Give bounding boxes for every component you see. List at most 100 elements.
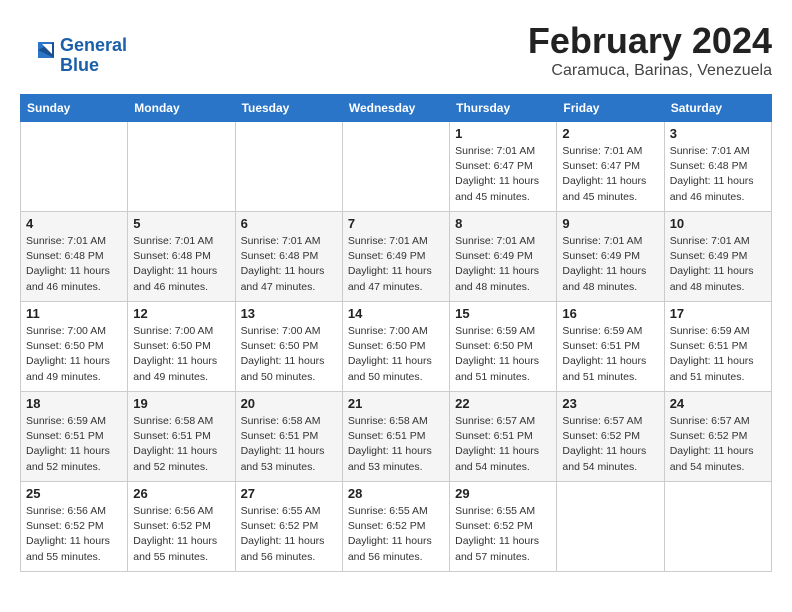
header-row: Sunday Monday Tuesday Wednesday Thursday… xyxy=(21,95,772,122)
day-info: Sunrise: 6:57 AM Sunset: 6:52 PM Dayligh… xyxy=(670,414,766,475)
logo: General Blue xyxy=(20,36,127,76)
day-cell: 12Sunrise: 7:00 AM Sunset: 6:50 PM Dayli… xyxy=(128,302,235,392)
calendar-table: Sunday Monday Tuesday Wednesday Thursday… xyxy=(20,94,772,572)
logo-line1: General xyxy=(60,36,127,56)
day-cell: 15Sunrise: 6:59 AM Sunset: 6:50 PM Dayli… xyxy=(450,302,557,392)
day-cell: 28Sunrise: 6:55 AM Sunset: 6:52 PM Dayli… xyxy=(342,482,449,572)
day-info: Sunrise: 7:01 AM Sunset: 6:48 PM Dayligh… xyxy=(241,234,337,295)
day-cell: 5 Sunrise: 7:01 AM Sunset: 6:48 PM Daylig… xyxy=(128,212,235,302)
day-cell: 17 Sunrise: 6:59 AM Sunset: 6:51 PM Dayli… xyxy=(664,302,771,392)
day-cell: 18 Sunrise: 6:59 AM Sunset: 6:51 PM Dayli… xyxy=(21,392,128,482)
day-cell: 14 Sunrise: 7:00 AM Sunset: 6:50 PM Dayli… xyxy=(342,302,449,392)
day-info: Sunrise: 7:00 AM Sunset: 6:50 PM Dayligh… xyxy=(348,324,444,385)
day-info: Sunrise: 7:01 AM Sunset: 6:49 PM Dayligh… xyxy=(348,234,444,295)
day-info: Sunrise: 6:59 AM Sunset: 6:51 PM Dayligh… xyxy=(670,324,766,385)
header-saturday: Saturday xyxy=(664,95,771,122)
day-cell: 8 Sunrise: 7:01 AM Sunset: 6:49 PM Daylig… xyxy=(450,212,557,302)
day-number: 26 xyxy=(133,486,229,501)
header-friday: Friday xyxy=(557,95,664,122)
day-cell: 13 Sunrise: 7:00 AM Sunset: 6:50 PM Dayli… xyxy=(235,302,342,392)
week-row-2: 11 Sunrise: 7:00 AM Sunset: 6:50 PM Dayli… xyxy=(21,302,772,392)
day-cell: 6 Sunrise: 7:01 AM Sunset: 6:48 PM Daylig… xyxy=(235,212,342,302)
day-info: Sunrise: 7:01 AM Sunset: 6:48 PM Dayligh… xyxy=(670,144,766,205)
day-info: Sunrise: 6:58 AM Sunset: 6:51 PM Dayligh… xyxy=(348,414,444,475)
day-cell: 7Sunrise: 7:01 AM Sunset: 6:49 PM Daylig… xyxy=(342,212,449,302)
day-number: 11 xyxy=(26,306,122,321)
logo-icon xyxy=(20,38,56,74)
day-info: Sunrise: 6:59 AM Sunset: 6:51 PM Dayligh… xyxy=(562,324,658,385)
month-title: February 2024 xyxy=(528,20,772,62)
day-info: Sunrise: 6:57 AM Sunset: 6:52 PM Dayligh… xyxy=(562,414,658,475)
day-cell: 22 Sunrise: 6:57 AM Sunset: 6:51 PM Dayli… xyxy=(450,392,557,482)
day-number: 18 xyxy=(26,396,122,411)
day-info: Sunrise: 7:01 AM Sunset: 6:47 PM Dayligh… xyxy=(562,144,658,205)
day-cell: 2 Sunrise: 7:01 AM Sunset: 6:47 PM Daylig… xyxy=(557,122,664,212)
day-cell: 24 Sunrise: 6:57 AM Sunset: 6:52 PM Dayli… xyxy=(664,392,771,482)
day-info: Sunrise: 6:58 AM Sunset: 6:51 PM Dayligh… xyxy=(241,414,337,475)
day-info: Sunrise: 6:55 AM Sunset: 6:52 PM Dayligh… xyxy=(348,504,444,565)
day-cell: 26 Sunrise: 6:56 AM Sunset: 6:52 PM Dayli… xyxy=(128,482,235,572)
day-number: 25 xyxy=(26,486,122,501)
calendar-body: 1Sunrise: 7:01 AM Sunset: 6:47 PM Daylig… xyxy=(21,122,772,572)
day-info: Sunrise: 7:01 AM Sunset: 6:47 PM Dayligh… xyxy=(455,144,551,205)
header-sunday: Sunday xyxy=(21,95,128,122)
day-cell: 29Sunrise: 6:55 AM Sunset: 6:52 PM Dayli… xyxy=(450,482,557,572)
day-number: 10 xyxy=(670,216,766,231)
day-number: 27 xyxy=(241,486,337,501)
day-number: 16 xyxy=(562,306,658,321)
week-row-1: 4 Sunrise: 7:01 AM Sunset: 6:48 PM Daylig… xyxy=(21,212,772,302)
day-number: 23 xyxy=(562,396,658,411)
day-number: 12 xyxy=(133,306,229,321)
day-number: 9 xyxy=(562,216,658,231)
day-cell: 27 Sunrise: 6:55 AM Sunset: 6:52 PM Dayli… xyxy=(235,482,342,572)
day-number: 22 xyxy=(455,396,551,411)
day-cell: 21 Sunrise: 6:58 AM Sunset: 6:51 PM Dayli… xyxy=(342,392,449,482)
day-number: 24 xyxy=(670,396,766,411)
header-wednesday: Wednesday xyxy=(342,95,449,122)
day-number: 20 xyxy=(241,396,337,411)
day-number: 13 xyxy=(241,306,337,321)
day-number: 5 xyxy=(133,216,229,231)
title-block: February 2024 Caramuca, Barinas, Venezue… xyxy=(528,20,772,80)
day-number: 3 xyxy=(670,126,766,141)
week-row-3: 18 Sunrise: 6:59 AM Sunset: 6:51 PM Dayli… xyxy=(21,392,772,482)
day-info: Sunrise: 6:59 AM Sunset: 6:51 PM Dayligh… xyxy=(26,414,122,475)
day-number: 21 xyxy=(348,396,444,411)
day-cell xyxy=(664,482,771,572)
day-number: 6 xyxy=(241,216,337,231)
day-info: Sunrise: 7:01 AM Sunset: 6:49 PM Dayligh… xyxy=(455,234,551,295)
day-cell: 10 Sunrise: 7:01 AM Sunset: 6:49 PM Dayli… xyxy=(664,212,771,302)
day-info: Sunrise: 6:56 AM Sunset: 6:52 PM Dayligh… xyxy=(133,504,229,565)
day-cell xyxy=(557,482,664,572)
day-number: 8 xyxy=(455,216,551,231)
day-info: Sunrise: 7:00 AM Sunset: 6:50 PM Dayligh… xyxy=(241,324,337,385)
day-info: Sunrise: 7:01 AM Sunset: 6:48 PM Dayligh… xyxy=(26,234,122,295)
header-tuesday: Tuesday xyxy=(235,95,342,122)
day-cell: 1Sunrise: 7:01 AM Sunset: 6:47 PM Daylig… xyxy=(450,122,557,212)
day-cell: 4 Sunrise: 7:01 AM Sunset: 6:48 PM Daylig… xyxy=(21,212,128,302)
day-cell: 19Sunrise: 6:58 AM Sunset: 6:51 PM Dayli… xyxy=(128,392,235,482)
calendar-header: Sunday Monday Tuesday Wednesday Thursday… xyxy=(21,95,772,122)
day-number: 4 xyxy=(26,216,122,231)
day-info: Sunrise: 6:56 AM Sunset: 6:52 PM Dayligh… xyxy=(26,504,122,565)
logo-line2: Blue xyxy=(60,56,127,76)
day-cell: 25 Sunrise: 6:56 AM Sunset: 6:52 PM Dayli… xyxy=(21,482,128,572)
day-cell: 11 Sunrise: 7:00 AM Sunset: 6:50 PM Dayli… xyxy=(21,302,128,392)
day-info: Sunrise: 6:55 AM Sunset: 6:52 PM Dayligh… xyxy=(241,504,337,565)
day-cell xyxy=(128,122,235,212)
subtitle: Caramuca, Barinas, Venezuela xyxy=(528,62,772,80)
day-info: Sunrise: 7:01 AM Sunset: 6:48 PM Dayligh… xyxy=(133,234,229,295)
day-cell: 3 Sunrise: 7:01 AM Sunset: 6:48 PM Daylig… xyxy=(664,122,771,212)
day-info: Sunrise: 6:57 AM Sunset: 6:51 PM Dayligh… xyxy=(455,414,551,475)
day-number: 29 xyxy=(455,486,551,501)
day-number: 14 xyxy=(348,306,444,321)
day-number: 17 xyxy=(670,306,766,321)
day-info: Sunrise: 7:01 AM Sunset: 6:49 PM Dayligh… xyxy=(562,234,658,295)
day-info: Sunrise: 7:01 AM Sunset: 6:49 PM Dayligh… xyxy=(670,234,766,295)
header-thursday: Thursday xyxy=(450,95,557,122)
day-number: 15 xyxy=(455,306,551,321)
day-info: Sunrise: 6:58 AM Sunset: 6:51 PM Dayligh… xyxy=(133,414,229,475)
day-info: Sunrise: 7:00 AM Sunset: 6:50 PM Dayligh… xyxy=(26,324,122,385)
day-cell: 20 Sunrise: 6:58 AM Sunset: 6:51 PM Dayli… xyxy=(235,392,342,482)
day-number: 2 xyxy=(562,126,658,141)
